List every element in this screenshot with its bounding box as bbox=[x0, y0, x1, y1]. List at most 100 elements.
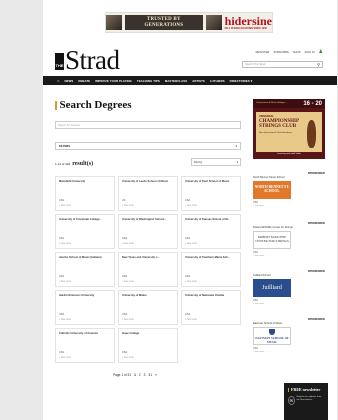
degree-card-name[interactable]: University of Washington School... bbox=[122, 218, 174, 222]
sidebar-ad[interactable]: Conservatorio di Musica Bologna 16 - 20 … bbox=[253, 99, 325, 159]
degree-card-country: USA bbox=[122, 237, 128, 240]
degree-card-name[interactable]: Catholic University of America bbox=[59, 332, 111, 336]
sort-select[interactable]: Sort by ▾ bbox=[191, 158, 241, 166]
degree-card-more-link[interactable]: + See more bbox=[59, 281, 71, 283]
degree-card-more-link[interactable]: + See more bbox=[122, 205, 134, 207]
sponsored-item[interactable]: SPONSORED North Bennet Street School NOR… bbox=[253, 172, 325, 207]
degree-card[interactable]: Mansfield University USA + See more bbox=[55, 176, 115, 211]
degree-card-more-link[interactable]: + See more bbox=[185, 205, 197, 207]
sponsored-label: SPONSORED bbox=[307, 318, 325, 321]
degree-card-name[interactable]: University of Kansas School of M... bbox=[185, 218, 237, 222]
nav-item-directories[interactable]: DIRECTORIES ▾ bbox=[230, 79, 253, 83]
degree-card-more-link[interactable]: + See more bbox=[185, 281, 197, 283]
degree-card[interactable]: Hope College USA + See more bbox=[118, 328, 178, 363]
degree-card[interactable]: University of Southern Maine Sch... USA + … bbox=[181, 252, 241, 287]
nav-item-debate[interactable]: DEBATE bbox=[78, 79, 90, 83]
degree-card[interactable]: University of Maine USA + See more bbox=[118, 290, 178, 325]
sponsor-country: USA bbox=[253, 347, 258, 350]
sponsor-logo[interactable]: Juilliard bbox=[253, 279, 291, 297]
degree-card[interactable]: Hardin-Simmons University USA + See more bbox=[55, 290, 115, 325]
degree-card-more-link[interactable]: + See more bbox=[59, 357, 71, 359]
site-logo[interactable]: THE Strad bbox=[55, 47, 120, 74]
degree-card-more-link[interactable]: + See more bbox=[122, 243, 134, 245]
header-search-input[interactable]: Search The Strad ⚲ bbox=[242, 61, 323, 68]
top-banner-ad[interactable]: TRUSTED BY GENERATIONS hidersine NO.1 IN… bbox=[105, 12, 273, 33]
sponsor-more-link[interactable]: + See more bbox=[253, 303, 325, 305]
banner-image-2 bbox=[206, 15, 222, 30]
nav-item-teaching[interactable]: TEACHING TIPS bbox=[137, 79, 160, 83]
sign-in-link[interactable]: SIGN IN bbox=[305, 51, 315, 54]
degree-card-more-link[interactable]: + See more bbox=[185, 319, 197, 321]
search-icon[interactable]: ⚲ bbox=[317, 62, 320, 67]
filters-toggle[interactable]: FILTERS ▾ bbox=[55, 142, 241, 150]
degree-card-name[interactable]: Mansfield University bbox=[59, 180, 111, 184]
sponsor-more-link[interactable]: + See more bbox=[253, 205, 325, 207]
sponsored-item[interactable]: SPONSORED Robert McDuffie Center for Str… bbox=[253, 222, 325, 257]
degree-card-name[interactable]: University of Leeds School of Music bbox=[122, 180, 174, 184]
page-link-1[interactable]: 1 bbox=[134, 373, 136, 377]
degree-card-more-link[interactable]: + See more bbox=[185, 243, 197, 245]
nav-item-improve[interactable]: IMPROVE YOUR PLAYING bbox=[95, 79, 132, 83]
sponsor-logo[interactable]: NORTH BENNET ST. SCHOOL bbox=[253, 181, 291, 199]
degree-card[interactable]: University of Cincinnati College... USA + … bbox=[55, 214, 115, 249]
degree-card-country: UK bbox=[122, 199, 126, 202]
degree-card[interactable]: New Texas and University o... USA + See mo… bbox=[118, 252, 178, 287]
nav-item-luthiers[interactable]: LUTHIERS bbox=[210, 79, 225, 83]
sponsor-logo[interactable]: EASTMAN SCHOOL OF MUSIC bbox=[253, 327, 291, 345]
nav-item-masterclass[interactable]: MASTERCLASS bbox=[165, 79, 187, 83]
degree-card-name[interactable]: University of Nebraska Omaha bbox=[185, 294, 237, 298]
degree-card-name[interactable]: University of Southern Maine Sch... bbox=[185, 256, 237, 260]
degree-card-name[interactable]: University of Kent School of Music bbox=[185, 180, 237, 184]
degree-card-name[interactable]: Jacobs School of Music (Indiana) bbox=[59, 256, 111, 260]
degree-card-name[interactable]: Hardin-Simmons University bbox=[59, 294, 111, 298]
shop-link[interactable]: SHOP bbox=[293, 51, 301, 54]
subscribe-link[interactable]: SUBSCRIBE bbox=[273, 51, 289, 54]
degree-card-name[interactable]: New Texas and University o... bbox=[122, 256, 174, 260]
sponsored-item[interactable]: SPONSORED Eastman School of Music EASTMA… bbox=[253, 318, 325, 353]
degree-card[interactable]: University of Kansas School of M... USA + … bbox=[181, 214, 241, 249]
sponsor-name[interactable]: Eastman School of Music bbox=[253, 322, 325, 325]
degree-card[interactable]: University of Nebraska Omaha USA + See mor… bbox=[181, 290, 241, 325]
page-link-3[interactable]: 3 bbox=[144, 373, 146, 377]
degree-card[interactable]: University of Kent School of Music USA + S… bbox=[181, 176, 241, 211]
degree-card[interactable]: University of Washington School... USA + S… bbox=[118, 214, 178, 249]
degree-card-name[interactable]: Hope College bbox=[122, 332, 174, 336]
degree-search-input[interactable]: Search for degrees bbox=[55, 121, 241, 129]
sponsor-logo-text: EASTMAN SCHOOL OF MUSIC bbox=[255, 335, 289, 344]
nav-item-news[interactable]: NEWS bbox=[65, 79, 74, 83]
sponsor-name[interactable]: North Bennet Street School bbox=[253, 176, 325, 179]
degree-card-country: USA bbox=[59, 351, 65, 354]
degree-card-name[interactable]: University of Maine bbox=[122, 294, 174, 298]
newsletter-box[interactable]: FREE newsletter ✉ Register for updates f… bbox=[284, 383, 328, 420]
register-link[interactable]: REGISTER bbox=[256, 51, 270, 54]
sponsor-logo[interactable]: ROBERT McDUFFIE CENTER FOR STRINGS bbox=[253, 231, 291, 249]
degree-card-country: USA bbox=[59, 275, 65, 278]
degree-card[interactable]: Catholic University of America USA + See m… bbox=[55, 328, 115, 363]
sponsored-item[interactable]: SPONSORED Juilliard School Juilliard USA… bbox=[253, 270, 325, 305]
degree-card[interactable]: Jacobs School of Music (Indiana) USA + See… bbox=[55, 252, 115, 287]
degree-card-more-link[interactable]: + See more bbox=[122, 319, 134, 321]
degree-card[interactable]: University of Leeds School of Music UK + S… bbox=[118, 176, 178, 211]
sponsor-name[interactable]: Juilliard School bbox=[253, 274, 325, 277]
sort-chevron-icon: ▾ bbox=[236, 160, 238, 164]
next-page-link[interactable]: » bbox=[155, 373, 157, 377]
page-link-last[interactable]: 31 bbox=[148, 373, 152, 377]
degree-card-more-link[interactable]: + See more bbox=[59, 205, 71, 207]
ad-footer: Learning and solid Violin bbox=[256, 152, 322, 156]
degree-card-more-link[interactable]: + See more bbox=[122, 281, 134, 283]
degree-card-country: USA bbox=[185, 275, 191, 278]
nav-item-artists[interactable]: ARTISTS bbox=[192, 79, 205, 83]
results-count: 1-14 of 422 result(s) bbox=[55, 161, 93, 167]
newsletter-text: Register for updates from the Strad abou… bbox=[296, 396, 322, 401]
user-icon[interactable]: ♟ bbox=[319, 50, 323, 55]
sponsor-name[interactable]: Robert McDuffie Center for Strings bbox=[253, 226, 325, 229]
results-range: 1-14 of 422 bbox=[55, 162, 71, 166]
degree-card-name[interactable]: University of Cincinnati College... bbox=[59, 218, 111, 222]
degree-card-more-link[interactable]: + See more bbox=[59, 243, 71, 245]
degree-card-more-link[interactable]: + See more bbox=[59, 319, 71, 321]
degree-card-more-link[interactable]: + See more bbox=[122, 357, 134, 359]
page-link-2[interactable]: 2 bbox=[139, 373, 141, 377]
sponsor-more-link[interactable]: + See more bbox=[253, 351, 325, 353]
home-icon[interactable]: ⌂ bbox=[57, 78, 60, 83]
sponsor-more-link[interactable]: + See more bbox=[253, 255, 325, 257]
